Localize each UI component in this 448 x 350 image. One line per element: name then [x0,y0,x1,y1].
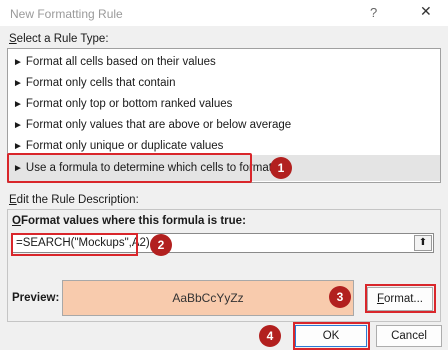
arrow-icon: ► [13,141,23,152]
formula-input[interactable]: =SEARCH("Mockups",A2) [12,233,434,253]
title-bar: New Formatting Rule ? ✕ [0,0,448,26]
close-icon[interactable]: ✕ [420,3,432,20]
rule-item-above-below[interactable]: ► Format only values that are above or be… [8,115,440,136]
step-badge-1: 1 [270,157,292,179]
rule-item-unique-duplicate[interactable]: ► Format only unique or duplicate values [8,136,440,157]
rule-item-cells-contain[interactable]: ► Format only cells that contain [8,73,440,94]
preview-label: Preview: [12,292,60,304]
arrow-icon: ► [13,57,23,68]
ok-button[interactable]: OK [295,325,367,347]
help-icon[interactable]: ? [370,5,377,20]
format-button[interactable]: Format... [367,287,433,311]
preview-box: AaBbCcYyZz [62,280,354,316]
rule-item-use-formula[interactable]: ► Use a formula to determine which cells … [8,155,440,181]
rule-type-list[interactable]: ► Format all cells based on their values … [7,48,441,183]
step-badge-2: 2 [150,234,172,256]
arrow-icon: ► [13,163,23,174]
rule-type-label: Select a Rule Type: [9,33,109,45]
step-badge-3: 3 [329,286,351,308]
arrow-icon: ► [13,78,23,89]
arrow-icon: ► [13,120,23,131]
cancel-button[interactable]: Cancel [376,325,442,347]
rule-item-top-bottom[interactable]: ► Format only top or bottom ranked values [8,94,440,115]
collapse-dialog-icon[interactable]: ⬆ [414,235,432,251]
rule-item-all-cells[interactable]: ► Format all cells based on their values [8,52,440,73]
formula-label: OFormat values where this formula is tru… [12,215,246,227]
step-badge-4: 4 [259,325,281,347]
arrow-icon: ► [13,99,23,110]
window-title: New Formatting Rule [10,7,123,21]
description-label: Edit the Rule Description: [9,194,139,206]
